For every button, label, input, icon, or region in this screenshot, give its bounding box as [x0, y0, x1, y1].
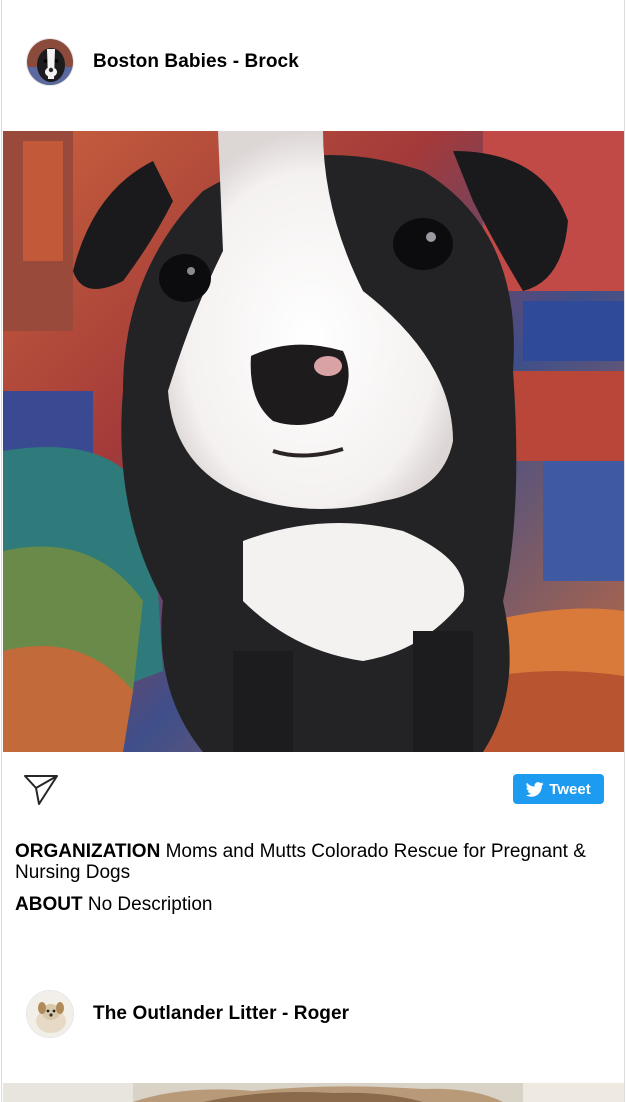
post-card: The Outlander Litter - Roger — [1, 960, 625, 1102]
post-photo — [3, 131, 624, 752]
twitter-bird-icon — [526, 781, 544, 797]
puppy-photo — [3, 1083, 624, 1102]
avatar[interactable] — [26, 990, 74, 1038]
post-card: Boston Babies - Brock Tweet ORGANIZATION… — [1, 0, 625, 960]
about-label: ABOUT — [15, 894, 83, 915]
organization-label: ORGANIZATION — [15, 841, 161, 862]
post-header: Boston Babies - Brock — [2, 37, 624, 87]
avatar[interactable] — [26, 38, 74, 86]
puppy-avatar-icon — [27, 991, 73, 1037]
post-title[interactable]: The Outlander Litter - Roger — [93, 1003, 349, 1025]
puppy-photo — [3, 131, 624, 752]
puppy-avatar-icon — [27, 39, 73, 85]
share-button[interactable] — [22, 771, 60, 809]
post-details: ORGANIZATION Moms and Mutts Colorado Res… — [15, 841, 608, 915]
post-title[interactable]: Boston Babies - Brock — [93, 51, 299, 73]
about-value: No Description — [87, 894, 213, 915]
paper-plane-icon — [24, 775, 58, 805]
post-photo — [3, 1083, 624, 1102]
about-line: ABOUT No Description — [15, 894, 608, 915]
tweet-button[interactable]: Tweet — [513, 774, 604, 804]
tweet-label: Tweet — [549, 780, 591, 798]
organization-line: ORGANIZATION Moms and Mutts Colorado Res… — [15, 841, 608, 883]
post-header: The Outlander Litter - Roger — [2, 989, 624, 1039]
